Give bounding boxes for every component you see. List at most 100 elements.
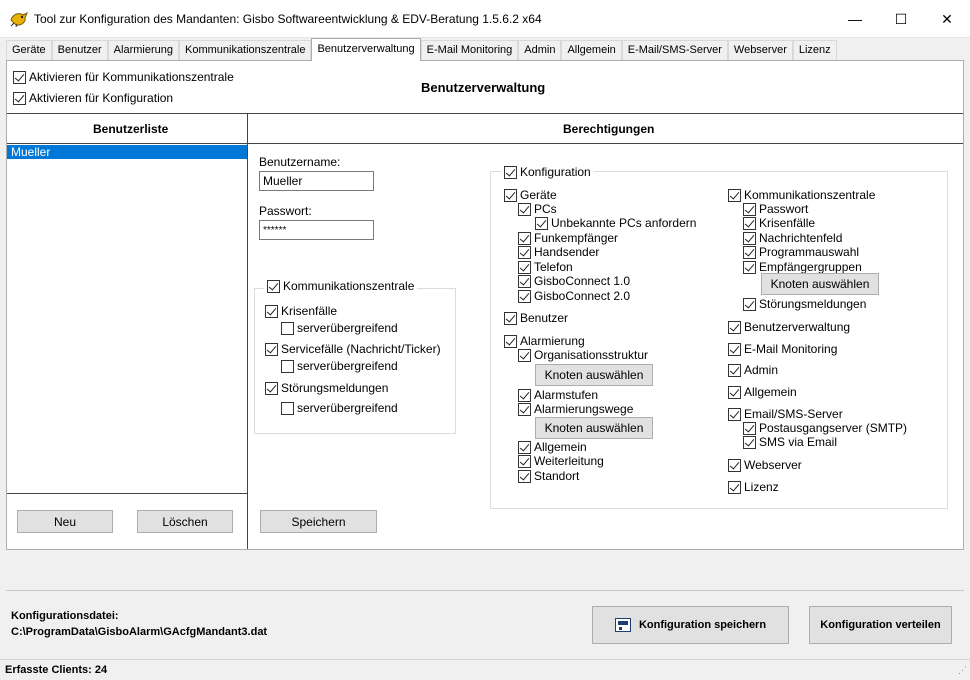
kz-service-serveruebergreifend-checkbox[interactable]: serverübergreifend — [281, 359, 398, 373]
cfg-gc2-checkbox[interactable]: GisboConnect 2.0 — [518, 289, 630, 303]
cfg-alarmierung-checkbox[interactable]: Alarmierung — [504, 334, 585, 348]
kz-stoerung-serveruebergreifend-checkbox[interactable]: serverübergreifend — [281, 401, 398, 415]
kz-service-checkbox[interactable]: Servicefälle (Nachricht/Ticker) — [265, 342, 441, 356]
kz-stoerung-checkbox[interactable]: Störungsmeldungen — [265, 381, 388, 395]
checkbox-icon — [728, 385, 741, 399]
save-config-button[interactable]: Konfiguration speichern — [592, 606, 789, 644]
checkbox-icon — [743, 231, 756, 245]
checkbox-icon — [13, 91, 26, 105]
close-button[interactable]: ✕ — [924, 0, 970, 38]
checkbox-icon — [743, 435, 756, 449]
checkbox-icon — [518, 245, 531, 259]
checkbox-icon — [518, 348, 531, 362]
cfg-alarmwege-checkbox[interactable]: Alarmierungswege — [518, 402, 633, 416]
cfg-krisen-checkbox[interactable]: Krisenfälle — [743, 216, 815, 230]
minimize-button[interactable]: — — [832, 0, 878, 38]
cfg-smtp-checkbox[interactable]: Postausgangserver (SMTP) — [743, 421, 907, 435]
cfg-pcs-checkbox[interactable]: PCs — [518, 202, 557, 216]
checkbox-icon — [518, 289, 531, 303]
cfg-passwort-checkbox[interactable]: Passwort — [743, 202, 808, 216]
cfg-orga-checkbox[interactable]: Organisationsstruktur — [518, 348, 648, 362]
cfg-empfaenger-checkbox[interactable]: Empfängergruppen — [743, 260, 862, 274]
cfg-funk-checkbox[interactable]: Funkempfänger — [518, 231, 618, 245]
checkbox-icon — [504, 311, 517, 325]
close-icon: ✕ — [941, 10, 953, 27]
cfg-benutzerverwaltung-checkbox[interactable]: Benutzerverwaltung — [728, 320, 850, 334]
cfg-alarm-allgemein-checkbox[interactable]: Allgemein — [518, 440, 587, 454]
resize-grip-icon[interactable]: ⋰ — [958, 665, 967, 676]
activate-config-checkbox[interactable]: Aktivieren für Konfiguration — [13, 91, 173, 105]
cfg-alarmstufen-checkbox[interactable]: Alarmstufen — [518, 388, 598, 402]
tab-lizenz[interactable]: Lizenz — [792, 40, 837, 60]
kz-krisen-serveruebergreifend-checkbox[interactable]: serverübergreifend — [281, 321, 398, 335]
kz-group-checkbox[interactable]: Kommunikationszentrale — [264, 279, 418, 293]
app-logo-icon — [10, 11, 28, 27]
checkbox-icon — [728, 458, 741, 472]
username-label: Benutzername: — [259, 155, 341, 169]
cfg-geraete-checkbox[interactable]: Geräte — [504, 188, 557, 202]
cfg-benutzer-checkbox[interactable]: Benutzer — [504, 311, 568, 325]
cfg-standort-checkbox[interactable]: Standort — [518, 469, 579, 483]
cfg-telefon-checkbox[interactable]: Telefon — [518, 260, 573, 274]
cfg-programm-checkbox[interactable]: Programmauswahl — [743, 245, 859, 259]
save-user-button[interactable]: Speichern — [260, 510, 377, 533]
checkbox-icon — [728, 363, 741, 377]
tab-allgemein[interactable]: Allgemein — [561, 40, 622, 60]
new-user-button[interactable]: Neu — [17, 510, 113, 533]
checkbox-icon — [518, 202, 531, 216]
checkbox-icon — [504, 188, 517, 202]
checkbox-icon — [743, 421, 756, 435]
divider — [7, 493, 247, 494]
cfg-sms-email-checkbox[interactable]: SMS via Email — [743, 435, 837, 449]
cfg-email-monitoring-checkbox[interactable]: E-Mail Monitoring — [728, 342, 837, 356]
tab-email-monitoring[interactable]: E-Mail Monitoring — [420, 40, 519, 60]
tab-email-sms-server[interactable]: E-Mail/SMS-Server — [621, 40, 728, 60]
cfg-gc1-checkbox[interactable]: GisboConnect 1.0 — [518, 274, 630, 288]
checkbox-icon — [743, 297, 756, 311]
checkbox-icon — [728, 188, 741, 202]
cfg-webserver-checkbox[interactable]: Webserver — [728, 458, 802, 472]
tab-webserver[interactable]: Webserver — [727, 40, 793, 60]
cfg-allgemein-checkbox[interactable]: Allgemein — [728, 385, 797, 399]
cfg-unbekannte-pcs-checkbox[interactable]: Unbekannte PCs anfordern — [535, 216, 696, 230]
distribute-config-button[interactable]: Konfiguration verteilen — [809, 606, 952, 644]
user-list-item[interactable]: Mueller — [7, 145, 247, 159]
tab-kommunikationszentrale[interactable]: Kommunikationszentrale — [178, 40, 312, 60]
password-input[interactable]: ****** — [259, 220, 374, 240]
cfg-weiterleitung-checkbox[interactable]: Weiterleitung — [518, 454, 604, 468]
cfg-lizenz-checkbox[interactable]: Lizenz — [728, 480, 779, 494]
checkbox-icon — [518, 231, 531, 245]
cfg-kz-checkbox[interactable]: Kommunikationszentrale — [728, 188, 875, 202]
config-file-label: Konfigurationsdatei: — [11, 610, 119, 622]
tab-strip: Geräte Benutzer Alarmierung Kommunikatio… — [6, 38, 837, 61]
knoten-auswaehlen-orga-button[interactable]: Knoten auswählen — [535, 364, 653, 386]
checkbox-icon — [535, 216, 548, 230]
knoten-auswaehlen-wege-button[interactable]: Knoten auswählen — [535, 417, 653, 439]
cfg-stoerung-checkbox[interactable]: Störungsmeldungen — [743, 297, 866, 311]
config-group-checkbox[interactable]: Konfiguration — [501, 165, 594, 179]
tab-benutzer[interactable]: Benutzer — [51, 40, 108, 60]
tab-admin[interactable]: Admin — [518, 40, 562, 60]
tab-panel: Aktivieren für Kommunikationszentrale Ak… — [6, 60, 964, 550]
tab-geraete[interactable]: Geräte — [6, 40, 52, 60]
tab-benutzerverwaltung[interactable]: Benutzerverwaltung — [311, 38, 421, 61]
tab-alarmierung[interactable]: Alarmierung — [107, 40, 179, 60]
kz-krisen-checkbox[interactable]: Krisenfälle — [265, 304, 337, 318]
knoten-auswaehlen-empfaenger-button[interactable]: Knoten auswählen — [761, 273, 879, 295]
checkbox-icon — [728, 407, 741, 421]
cfg-hand-checkbox[interactable]: Handsender — [518, 245, 599, 259]
cfg-email-sms-checkbox[interactable]: Email/SMS-Server — [728, 407, 843, 421]
maximize-button[interactable]: ☐ — [878, 0, 924, 38]
checkbox-icon — [518, 454, 531, 468]
checkbox-icon — [265, 304, 278, 318]
username-input[interactable]: Mueller — [259, 171, 374, 191]
delete-user-button[interactable]: Löschen — [137, 510, 233, 533]
password-label: Passwort: — [259, 204, 312, 218]
cfg-admin-checkbox[interactable]: Admin — [728, 363, 778, 377]
checkbox-icon — [504, 334, 517, 348]
divider — [7, 143, 963, 144]
activate-kz-checkbox[interactable]: Aktivieren für Kommunikationszentrale — [13, 70, 234, 84]
checkbox-icon — [267, 279, 280, 293]
cfg-nachricht-checkbox[interactable]: Nachrichtenfeld — [743, 231, 842, 245]
checkbox-icon — [518, 469, 531, 483]
